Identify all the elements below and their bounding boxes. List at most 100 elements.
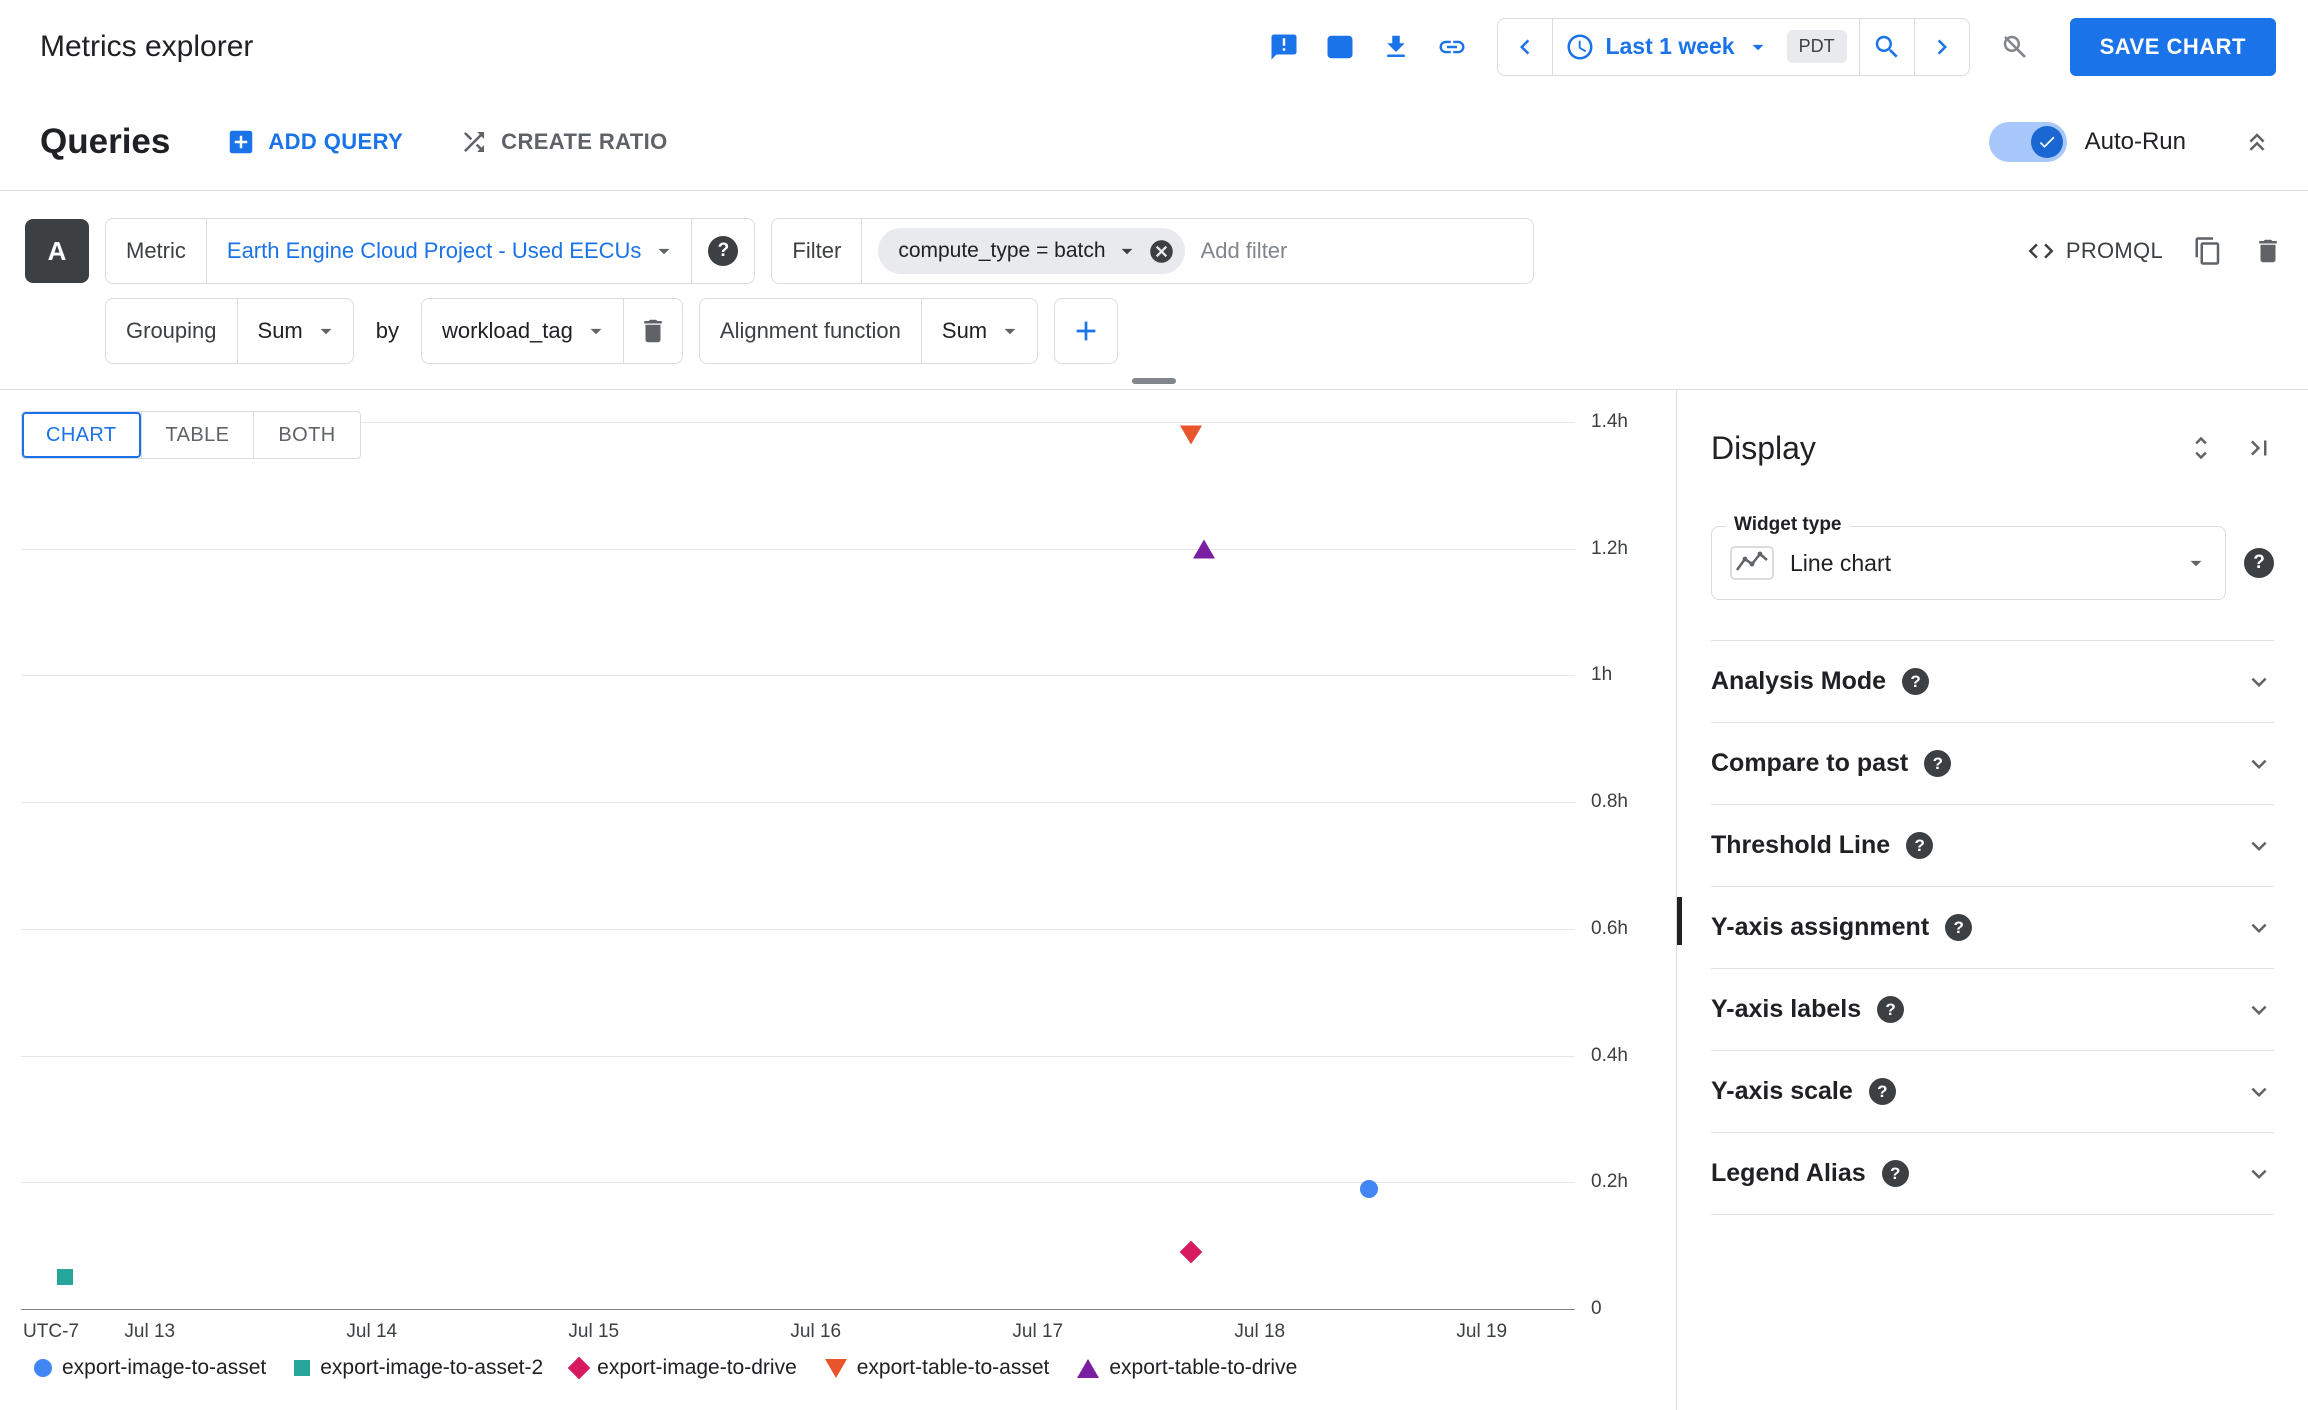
tab-chart[interactable]: CHART xyxy=(22,412,141,458)
filter-label: Filter xyxy=(792,238,842,263)
chart-legend: export-image-to-asset export-image-to-ass… xyxy=(34,1356,1297,1380)
time-forward-button[interactable] xyxy=(1915,19,1969,75)
gridline xyxy=(21,1055,1575,1057)
resize-handle[interactable] xyxy=(1132,378,1176,384)
legend-label: export-image-to-asset xyxy=(62,1356,267,1379)
add-query-label: ADD QUERY xyxy=(268,128,404,154)
tab-both[interactable]: BOTH xyxy=(253,412,359,458)
help-icon[interactable] xyxy=(1906,832,1934,859)
page-title: Metrics explorer xyxy=(40,29,254,63)
help-icon[interactable] xyxy=(1877,996,1905,1023)
chart-area: CHART TABLE BOTH 1.4h 1.2h 1h 0.8h 0.6h 0.4h 0.2… xyxy=(0,390,1676,1410)
legend-item-export-image-to-drive[interactable]: export-image-to-drive xyxy=(567,1356,797,1380)
collapse-queries-button[interactable] xyxy=(2242,127,2272,157)
add-query-button[interactable]: ADD QUERY xyxy=(226,127,403,157)
section-y-axis-labels[interactable]: Y-axis labels xyxy=(1711,969,2274,1051)
data-point-export-image-to-asset[interactable] xyxy=(1359,1179,1378,1198)
chevron-down-icon xyxy=(2251,759,2267,769)
y-axis-label: 0 xyxy=(1591,1298,1602,1319)
data-point-export-image-to-drive[interactable] xyxy=(1179,1240,1203,1264)
help-icon[interactable] xyxy=(1902,668,1930,695)
section-title: Y-axis assignment xyxy=(1711,913,1930,941)
widget-type-select[interactable]: Widget type Line chart xyxy=(1711,514,2226,600)
scroll-indicator[interactable] xyxy=(1677,897,1682,945)
main-content: CHART TABLE BOTH 1.4h 1.2h 1h 0.8h 0.6h 0.4h 0.2… xyxy=(0,390,2308,1410)
help-icon[interactable] xyxy=(1868,1078,1896,1105)
add-aggregation-button[interactable] xyxy=(1054,298,1119,364)
grouping-dropdown[interactable]: Sum xyxy=(238,318,353,344)
section-title: Analysis Mode xyxy=(1711,667,1887,695)
download-button[interactable] xyxy=(1381,32,1411,62)
x-axis-label: Jul 19 xyxy=(1456,1321,1508,1342)
data-point-export-table-to-asset[interactable] xyxy=(1179,425,1202,445)
alignment-label: Alignment function xyxy=(719,318,901,343)
time-range-button[interactable]: Last 1 week PDT xyxy=(1553,19,1858,75)
group-by-dropdown[interactable]: workload_tag xyxy=(422,318,623,344)
legend-label: export-table-to-asset xyxy=(856,1356,1050,1379)
section-y-axis-assignment[interactable]: Y-axis assignment xyxy=(1711,887,2274,969)
save-chart-button[interactable]: SAVE CHART xyxy=(2069,17,2276,76)
reset-zoom-button[interactable] xyxy=(2000,32,2030,62)
alignment-dropdown[interactable]: Sum xyxy=(922,318,1037,344)
feedback-icon xyxy=(1271,34,1297,59)
section-analysis-mode[interactable]: Analysis Mode xyxy=(1711,641,2274,723)
legend-item-export-table-to-asset[interactable]: export-table-to-asset xyxy=(824,1356,1050,1380)
gridline xyxy=(21,802,1575,804)
remove-filter-icon[interactable] xyxy=(1148,238,1175,265)
caret-down-icon xyxy=(2190,560,2202,567)
section-compare-to-past[interactable]: Compare to past xyxy=(1711,723,2274,805)
y-axis-label: 0.2h xyxy=(1591,1171,1628,1193)
zoom-in-button[interactable] xyxy=(1860,19,1914,75)
feedback-button[interactable] xyxy=(1269,32,1299,62)
add-filter-input[interactable] xyxy=(1196,238,1534,264)
metric-help-icon[interactable] xyxy=(708,236,739,266)
time-back-button[interactable] xyxy=(1498,19,1552,75)
zoom-in-icon xyxy=(1875,35,1898,58)
help-icon[interactable] xyxy=(1924,750,1952,777)
data-point-export-image-to-asset-2[interactable] xyxy=(57,1269,74,1286)
x-axis-label: Jul 14 xyxy=(346,1321,398,1342)
metric-field: Metric Earth Engine Cloud Project - Used… xyxy=(105,218,756,284)
filter-chip[interactable]: compute_type = batch xyxy=(878,228,1185,274)
chevron-down-icon xyxy=(2251,1005,2267,1015)
remove-grouping-button[interactable] xyxy=(624,316,682,346)
promql-button[interactable]: PROMQL xyxy=(2026,236,2163,266)
legend-label: export-image-to-drive xyxy=(597,1356,797,1379)
query-builder: A Metric Earth Engine Cloud Project - Us… xyxy=(0,191,2308,390)
delete-icon xyxy=(2259,239,2277,263)
legend-item-export-table-to-drive[interactable]: export-table-to-drive xyxy=(1077,1356,1297,1380)
legend-item-export-image-to-asset-2[interactable]: export-image-to-asset-2 xyxy=(294,1356,543,1380)
help-icon[interactable] xyxy=(1945,914,1973,941)
legend-marker xyxy=(34,1359,52,1377)
reorder-panel-button[interactable] xyxy=(2186,433,2216,463)
metric-dropdown[interactable]: Earth Engine Cloud Project - Used EECUs xyxy=(207,238,692,264)
panel-collapse-icon xyxy=(2250,440,2267,456)
autorun-control: Auto-Run xyxy=(1988,121,2186,162)
collapse-panel-button[interactable] xyxy=(2244,433,2274,463)
tab-table[interactable]: TABLE xyxy=(140,412,254,458)
display-title: Display xyxy=(1711,429,1816,466)
section-y-axis-scale[interactable]: Y-axis scale xyxy=(1711,1051,2274,1133)
query-row-actions: PROMQL xyxy=(2026,236,2283,266)
delete-query-button[interactable] xyxy=(2253,236,2283,266)
time-range-control: Last 1 week PDT xyxy=(1497,17,1970,76)
create-ratio-button[interactable]: CREATE RATIO xyxy=(459,127,668,157)
x-axis-label: Jul 15 xyxy=(568,1321,620,1342)
caret-down-icon xyxy=(1004,328,1016,335)
legend-item-export-image-to-asset[interactable]: export-image-to-asset xyxy=(34,1356,266,1380)
data-point-export-table-to-drive[interactable] xyxy=(1193,539,1216,559)
duplicate-query-button[interactable] xyxy=(2193,236,2223,266)
legend-marker xyxy=(824,1358,847,1378)
y-axis-label: 0.6h xyxy=(1591,917,1628,939)
embed-code-button[interactable] xyxy=(1325,32,1355,62)
autorun-toggle[interactable] xyxy=(1988,121,2067,162)
chevron-down-icon xyxy=(2251,841,2267,851)
widget-type-help-icon[interactable] xyxy=(2244,548,2274,578)
section-threshold-line[interactable]: Threshold Line xyxy=(1711,805,2274,887)
y-axis-label: 1.4h xyxy=(1591,411,1628,432)
section-legend-alias[interactable]: Legend Alias xyxy=(1711,1133,2274,1215)
help-icon[interactable] xyxy=(1881,1160,1909,1187)
y-axis-label: 0.8h xyxy=(1591,791,1628,813)
link-button[interactable] xyxy=(1437,32,1467,62)
widget-type-value: Line chart xyxy=(1790,549,1892,576)
